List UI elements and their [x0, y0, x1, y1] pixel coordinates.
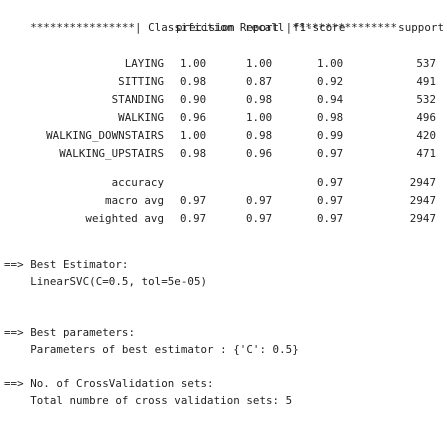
f1-score-value: 0.98: [317, 111, 344, 124]
class-label: WALKING_UPSTAIRS: [59, 147, 164, 160]
best-parameters-value: Parameters of best estimator : {'C': 0.5…: [4, 343, 299, 356]
summary-row: macro avg 0.97 0.97 0.97 2947: [4, 192, 444, 210]
class-label: LAYING: [124, 57, 164, 70]
column-header-recall: recall: [245, 21, 285, 34]
support-value: 2947: [409, 212, 436, 225]
precision-value: 0.98: [180, 147, 207, 160]
recall-value: 0.96: [246, 147, 273, 160]
support-value: 537: [416, 57, 436, 70]
precision-value: 0.96: [180, 111, 207, 124]
report-row: LAYING 1.00 1.00 1.00 537: [4, 55, 444, 73]
f1-score-value: 0.97: [317, 194, 344, 207]
class-label: SITTING: [118, 75, 164, 88]
column-header-support: support: [398, 21, 444, 34]
recall-value: 0.97: [246, 212, 273, 225]
report-header-line: ****************| Classifiction Report |…: [4, 2, 444, 34]
f1-score-value: 0.92: [317, 75, 344, 88]
precision-value: 0.97: [180, 194, 207, 207]
report-spacer: [4, 163, 444, 174]
summary-label: accuracy: [111, 176, 164, 189]
report-row: SITTING 0.98 0.87 0.92 491: [4, 73, 444, 91]
console-output: ****************| Classifiction Report |…: [4, 2, 444, 420]
f1-score-value: 0.97: [317, 176, 344, 189]
cross-validation-heading: ==> No. of CrossValidation sets:: [4, 377, 214, 390]
class-label: WALKING: [118, 111, 164, 124]
precision-value: 0.97: [180, 212, 207, 225]
summary-row: weighted avg 0.97 0.97 0.97 2947: [4, 210, 444, 228]
summary-row: accuracy 0.97 2947: [4, 174, 444, 192]
recall-value: 1.00: [246, 57, 273, 70]
recall-value: 0.97: [246, 194, 273, 207]
report-row: WALKING_DOWNSTAIRS 1.00 0.98 0.99 420: [4, 127, 444, 145]
support-value: 491: [416, 75, 436, 88]
support-value: 2947: [409, 176, 436, 189]
best-estimator-heading: ==> Best Estimator:: [4, 258, 129, 271]
precision-value: 0.90: [180, 93, 207, 106]
f1-score-value: 0.97: [317, 212, 344, 225]
class-label: WALKING_DOWNSTAIRS: [46, 129, 164, 142]
recall-value: 0.87: [246, 75, 273, 88]
support-value: 471: [416, 147, 436, 160]
class-label: STANDING: [111, 93, 164, 106]
recall-value: 0.98: [246, 129, 273, 142]
recall-value: 0.98: [246, 93, 273, 106]
support-value: 532: [416, 93, 436, 106]
f1-score-value: 0.97: [317, 147, 344, 160]
f1-score-value: 1.00: [317, 57, 344, 70]
support-value: 2947: [409, 194, 436, 207]
cross-validation-value: Total numbre of cross validation sets: 5: [4, 394, 293, 407]
report-row: STANDING 0.90 0.98 0.94 532: [4, 91, 444, 109]
report-row: WALKING_UPSTAIRS 0.98 0.96 0.97 471: [4, 145, 444, 163]
report-column-headers: precision recall f1-score support: [4, 19, 444, 37]
f1-score-value: 0.99: [317, 129, 344, 142]
support-value: 420: [416, 129, 436, 142]
precision-value: 0.98: [180, 75, 207, 88]
support-value: 496: [416, 111, 436, 124]
precision-value: 1.00: [180, 129, 207, 142]
precision-value: 1.00: [180, 57, 207, 70]
column-header-f1-score: f1-score: [293, 21, 346, 34]
report-row: WALKING 0.96 1.00 0.98 496: [4, 109, 444, 127]
recall-value: 1.00: [246, 111, 273, 124]
f1-score-value: 0.94: [317, 93, 344, 106]
summary-label: weighted avg: [85, 212, 164, 225]
column-header-precision: precision: [176, 21, 235, 34]
summary-label: macro avg: [105, 194, 164, 207]
best-parameters-heading: ==> Best parameters:: [4, 326, 136, 339]
best-estimator-value: LinearSVC(C=0.5, tol=5e-05): [4, 275, 208, 288]
